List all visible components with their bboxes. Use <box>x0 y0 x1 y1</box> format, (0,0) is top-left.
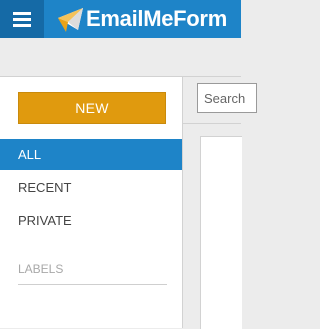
sidebar-item-label: RECENT <box>18 180 72 195</box>
forms-list-panel <box>200 136 242 329</box>
sidebar-item-all[interactable]: ALL <box>0 139 182 170</box>
menu-button[interactable] <box>0 0 44 38</box>
sidebar-item-private[interactable]: PRIVATE <box>0 205 182 236</box>
labels-heading: LABELS <box>18 262 64 276</box>
labels-divider <box>18 284 167 285</box>
sidebar-item-label: ALL <box>18 147 42 162</box>
sidebar-item-recent[interactable]: RECENT <box>0 172 182 203</box>
main-header-divider <box>183 123 241 124</box>
toolbar-strip <box>0 38 241 77</box>
search-input[interactable] <box>198 84 262 112</box>
hamburger-menu-icon-bar-3 <box>13 24 31 27</box>
envelope-icon <box>58 8 83 32</box>
brand-name: EmailMeForm <box>86 6 227 31</box>
new-form-button[interactable]: NEW <box>18 92 166 124</box>
sidebar: NEW ALL RECENT PRIVATE LABELS <box>0 77 183 328</box>
hamburger-menu-icon-bar-1 <box>13 12 31 15</box>
hamburger-menu-icon-bar-2 <box>13 18 31 21</box>
sidebar-item-label: PRIVATE <box>18 213 72 228</box>
top-header: EmailMeForm <box>0 0 241 38</box>
search-field[interactable] <box>197 83 262 113</box>
